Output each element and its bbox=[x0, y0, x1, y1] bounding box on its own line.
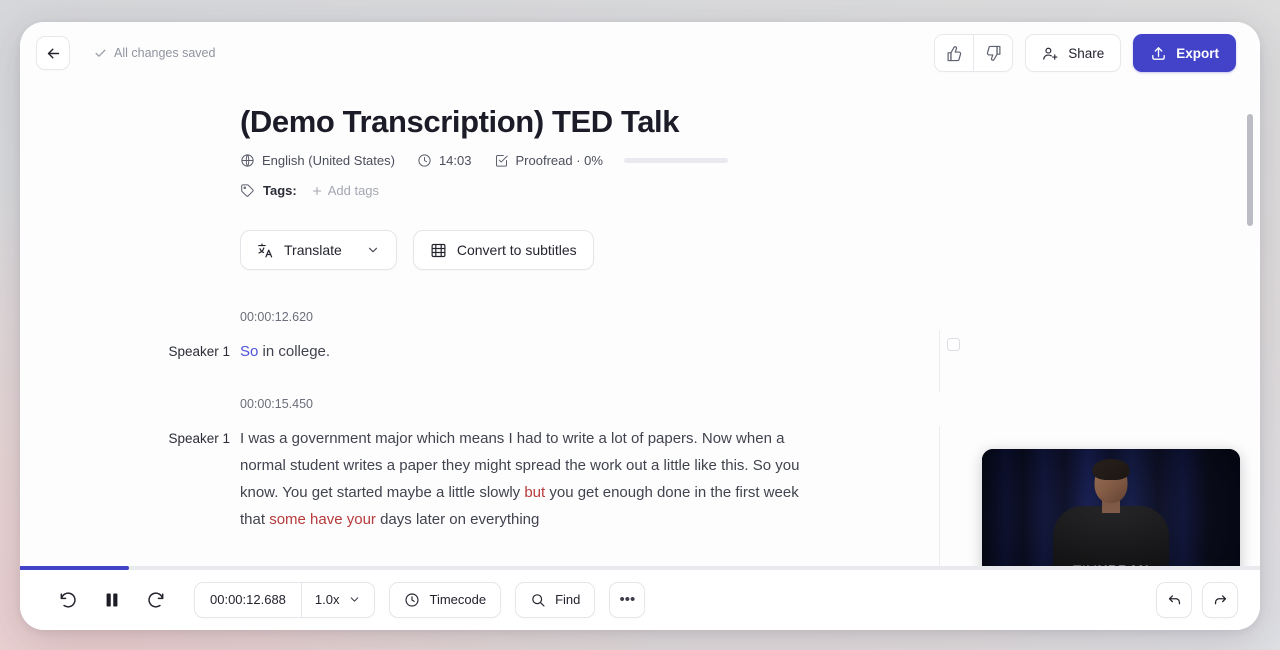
action-buttons: Translate Convert to subtitles bbox=[240, 230, 1140, 270]
check-icon bbox=[94, 47, 107, 60]
content-scrollbar-track[interactable] bbox=[1247, 90, 1253, 562]
chevron-down-icon bbox=[348, 593, 361, 606]
plus-icon bbox=[311, 185, 323, 197]
clock-icon bbox=[417, 153, 432, 168]
person-add-icon bbox=[1042, 45, 1059, 62]
timecode-label: Timecode bbox=[429, 592, 487, 607]
forward-button[interactable] bbox=[144, 588, 168, 612]
search-icon bbox=[530, 592, 546, 608]
thumbs-down-button[interactable] bbox=[974, 35, 1013, 71]
playback-progress-fill bbox=[20, 566, 130, 570]
segment-word-highlighted: So bbox=[240, 343, 259, 360]
content-scrollbar-thumb[interactable] bbox=[1247, 114, 1253, 226]
meta-language[interactable]: English (United States) bbox=[240, 153, 395, 168]
video-vignette bbox=[982, 449, 1240, 568]
top-bar-actions: Share Export bbox=[934, 34, 1236, 72]
undo-button[interactable] bbox=[1156, 581, 1192, 618]
proofread-progress-bar bbox=[623, 158, 728, 163]
arrow-left-icon bbox=[45, 45, 62, 62]
video-preview[interactable]: TIMURBAN bbox=[982, 449, 1240, 568]
convert-to-subtitles-button[interactable]: Convert to subtitles bbox=[412, 230, 594, 270]
page-title: (Demo Transcription) TED Talk bbox=[240, 104, 680, 139]
back-button[interactable] bbox=[36, 36, 70, 70]
segment-speaker[interactable]: Speaker 1 bbox=[158, 425, 230, 452]
checklist-icon bbox=[494, 153, 509, 168]
history-controls bbox=[1156, 581, 1238, 618]
undo-icon bbox=[1166, 591, 1183, 608]
redo-button[interactable] bbox=[1202, 581, 1238, 618]
redo-icon bbox=[1212, 591, 1229, 608]
current-time-field[interactable]: 00:00:12.688 bbox=[195, 583, 301, 617]
segment-timestamp[interactable]: 00:00:15.450 bbox=[240, 397, 1140, 411]
app-window: All changes saved Share Export (Demo Tra… bbox=[20, 22, 1260, 630]
content-area: (Demo Transcription) TED Talk English (U… bbox=[20, 84, 1260, 568]
meta-duration: 14:03 bbox=[417, 153, 472, 168]
share-button[interactable]: Share bbox=[1025, 34, 1122, 72]
translate-label: Translate bbox=[284, 242, 342, 258]
segment-word-error: some have your bbox=[269, 511, 376, 528]
segment-speaker[interactable]: Speaker 1 bbox=[158, 338, 230, 365]
meta-proofread[interactable]: Proofread · 0% bbox=[494, 153, 603, 168]
player-toolbar: 00:00:12.688 1.0x Timecode Find ••• bbox=[20, 566, 1260, 630]
globe-icon bbox=[240, 153, 255, 168]
segment-word: days later on everything bbox=[375, 511, 540, 528]
segment-timestamp[interactable]: 00:00:12.620 bbox=[240, 310, 1140, 324]
more-options-button[interactable]: ••• bbox=[609, 581, 646, 618]
segment-word: in college. bbox=[258, 343, 331, 360]
playback-speed-label: 1.0x bbox=[314, 592, 340, 607]
time-speed-group: 00:00:12.688 1.0x bbox=[194, 581, 376, 618]
add-tags-button[interactable]: Add tags bbox=[311, 183, 379, 198]
thumbs-up-button[interactable] bbox=[935, 35, 974, 71]
playback-speed-select[interactable]: 1.0x bbox=[302, 583, 375, 617]
chevron-down-icon bbox=[366, 243, 380, 257]
playback-progress-track[interactable] bbox=[20, 566, 1260, 570]
export-label: Export bbox=[1176, 45, 1219, 61]
forward-10-icon bbox=[146, 590, 166, 610]
transcript-segment: 00:00:12.620 Speaker 1 So in college. bbox=[168, 310, 1140, 365]
tags-row: Tags: Add tags bbox=[240, 183, 1140, 198]
find-label: Find bbox=[555, 592, 581, 607]
find-button[interactable]: Find bbox=[515, 581, 596, 618]
thumbs-up-icon bbox=[946, 45, 963, 62]
export-button[interactable]: Export bbox=[1133, 34, 1236, 72]
share-label: Share bbox=[1068, 45, 1105, 61]
meta-language-label: English (United States) bbox=[262, 153, 395, 168]
add-tags-label: Add tags bbox=[327, 183, 380, 198]
save-status-label: All changes saved bbox=[114, 46, 216, 60]
rewind-button[interactable] bbox=[56, 588, 80, 612]
segment-word-error: but bbox=[524, 484, 546, 501]
translate-button[interactable]: Translate bbox=[240, 230, 397, 270]
document-meta: English (United States) 14:03 Proofread … bbox=[240, 153, 1140, 168]
translate-icon bbox=[257, 242, 274, 259]
convert-to-subtitles-label: Convert to subtitles bbox=[456, 242, 577, 258]
thumbs-down-icon bbox=[985, 45, 1002, 62]
pause-button[interactable] bbox=[100, 588, 124, 612]
save-status: All changes saved bbox=[94, 46, 215, 60]
meta-duration-label: 14:03 bbox=[438, 153, 472, 168]
playback-controls bbox=[56, 588, 168, 612]
segment-text[interactable]: So in college. bbox=[240, 338, 330, 365]
meta-proofread-label: Proofread · 0% bbox=[515, 153, 603, 168]
top-bar: All changes saved Share Export bbox=[20, 22, 1260, 84]
clock-icon bbox=[404, 592, 420, 608]
film-grid-icon bbox=[430, 242, 447, 259]
timecode-button[interactable]: Timecode bbox=[389, 581, 502, 618]
rewind-10-icon bbox=[58, 590, 78, 610]
pause-icon bbox=[102, 590, 122, 610]
upload-icon bbox=[1150, 45, 1167, 62]
tags-label: Tags: bbox=[263, 183, 297, 198]
segment-checkbox[interactable] bbox=[947, 338, 960, 351]
segment-text[interactable]: I was a government major which means I h… bbox=[240, 425, 825, 533]
feedback-group bbox=[934, 34, 1014, 72]
tag-icon bbox=[240, 183, 255, 198]
ellipsis-icon: ••• bbox=[619, 591, 636, 608]
